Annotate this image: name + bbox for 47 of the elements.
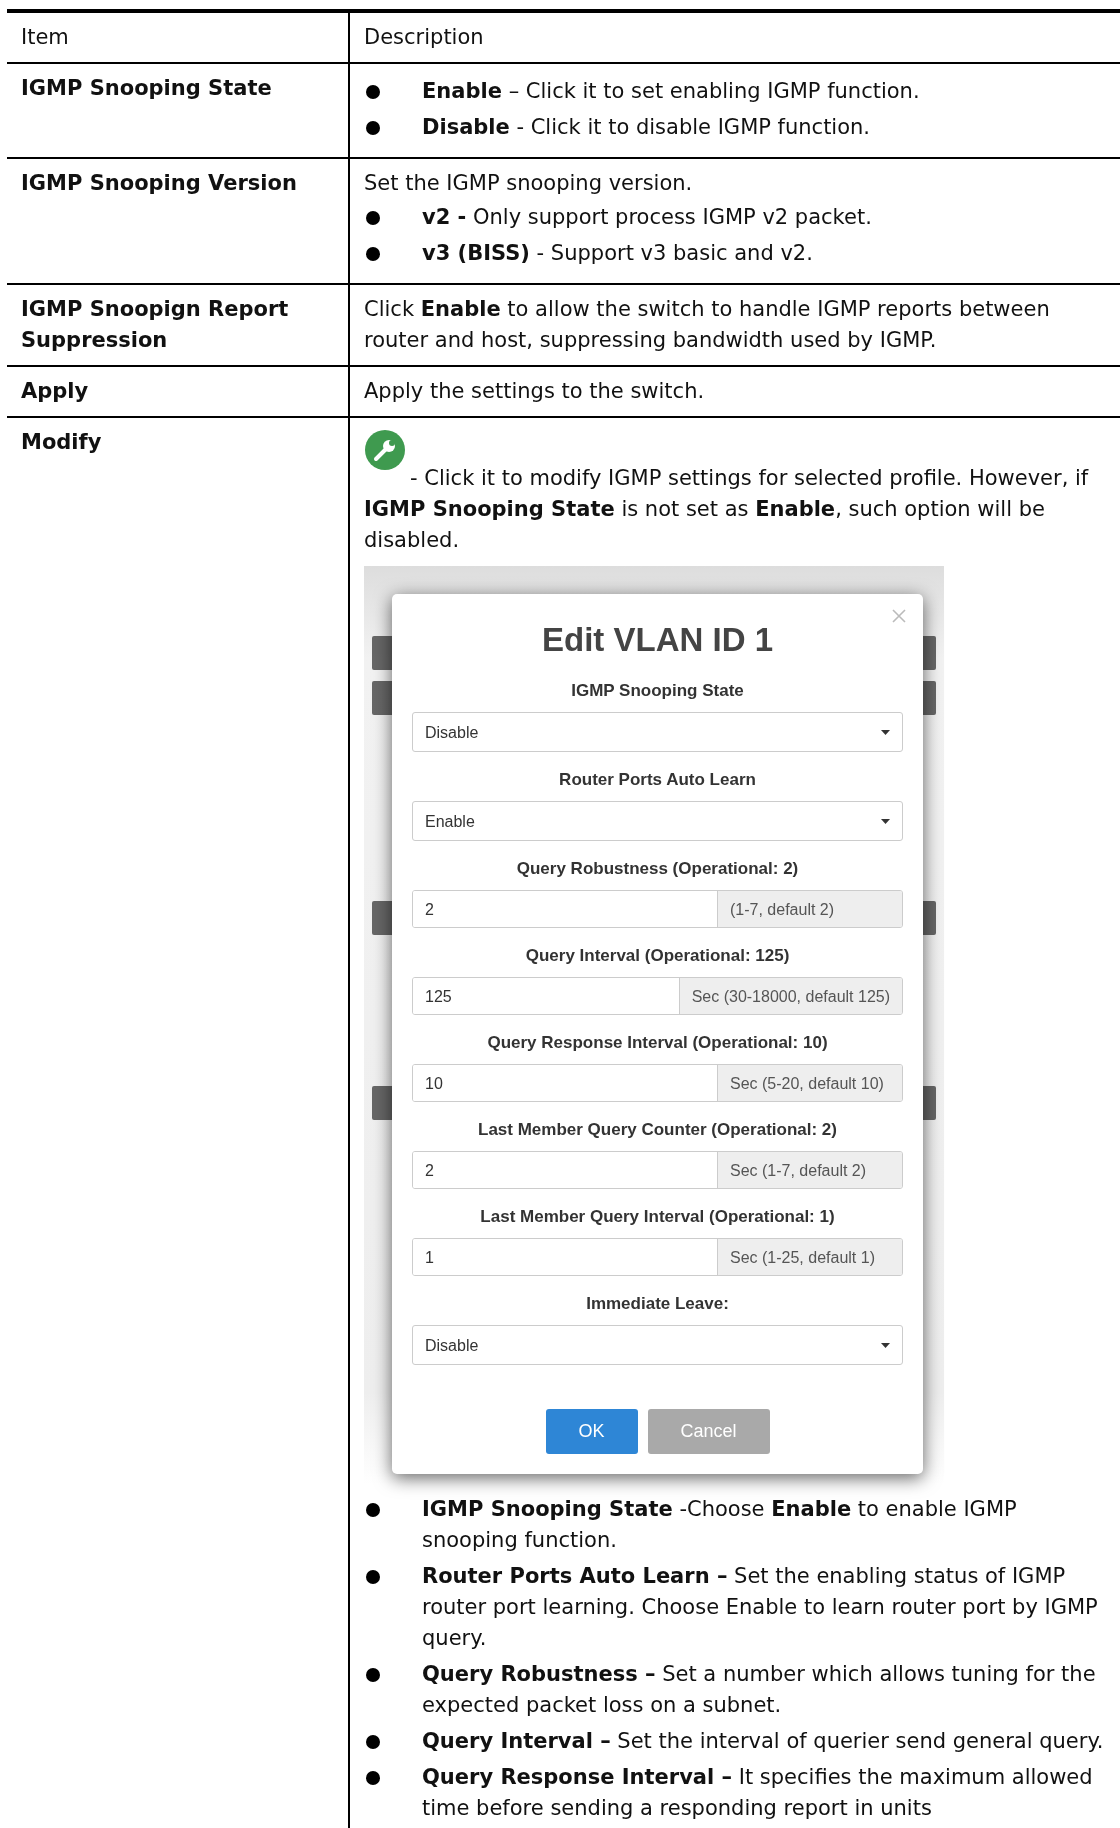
- dropdown[interactable]: Disable: [412, 712, 903, 752]
- wrench-icon[interactable]: [364, 429, 406, 471]
- bullet-text: Query Robustness – Set a number which allows tuning for the expected packet loss on a subnet.: [422, 1661, 1097, 1719]
- bullet-icon: [366, 211, 380, 225]
- bullet-text: Router Ports Auto Learn – Set the enabling status of IGMP router port learning. Choose Enable to learn router port by IGMP query.: [422, 1563, 1099, 1652]
- bullet-icon: [366, 85, 380, 99]
- ok-button[interactable]: OK: [545, 1409, 638, 1454]
- dropdown[interactable]: Disable: [412, 1325, 903, 1365]
- bullet-text: v2 - Only support process IGMP v2 packet.: [422, 204, 872, 231]
- field-label: Last Member Query Counter (Operational: 2): [477, 1119, 838, 1141]
- bullet-text: IGMP Snooping State -Choose Enable to enable IGMP snooping function.: [422, 1496, 1018, 1554]
- bullet-icon: [366, 247, 380, 261]
- bullet-text: Query Interval – Set the interval of querier send general query.: [422, 1728, 1104, 1755]
- bullet-text: Enable – Click it to set enabling IGMP function.: [422, 78, 920, 105]
- field-label: Last Member Query Interval (Operational: 1): [479, 1206, 836, 1228]
- item-cell: Modify: [7, 418, 348, 1828]
- description-text: Set the IGMP snooping version.: [364, 170, 694, 197]
- bullet-icon: [366, 121, 380, 135]
- caret-icon: [881, 729, 890, 735]
- field-label: Query Response Interval (Operational: 10): [486, 1032, 829, 1054]
- bullet-icon: [366, 1735, 380, 1749]
- close-icon[interactable]: [891, 608, 907, 624]
- field-label: Query Robustness (Operational: 2): [515, 858, 800, 880]
- bullet-text: Query Response Interval – It specifies the maximum allowed time before sending a responding report in units: [422, 1764, 1094, 1822]
- field-label: Query Interval (Operational: 125): [524, 945, 791, 967]
- bullet-icon: [366, 1668, 380, 1682]
- item-cell: IGMP Snoopign Report Suppression: [7, 285, 348, 367]
- description-text: Apply the settings to the switch.: [364, 378, 706, 405]
- description-text: Click Enable to allow the switch to handle IGMP reports between router and host, suppressing bandwidth used by IGMP.: [364, 296, 1051, 354]
- caret-icon: [881, 818, 890, 824]
- column-header: Item: [7, 13, 348, 64]
- item-cell: IGMP Snooping State: [7, 64, 348, 159]
- dropdown[interactable]: Enable: [412, 801, 903, 841]
- description-text: - Click it to modify IGMP settings for selected profile. However, if IGMP Snooping State is not set as Enable, such option will be disabled.: [364, 465, 1090, 554]
- bullet-text: Disable - Click it to disable IGMP function.: [422, 114, 871, 141]
- bullet-icon: [366, 1570, 380, 1584]
- item-cell: Apply: [7, 367, 348, 418]
- bullet-icon: [366, 1503, 380, 1517]
- column-header: Description: [348, 13, 1120, 64]
- caret-icon: [881, 1342, 890, 1348]
- item-cell: IGMP Snooping Version: [7, 159, 348, 285]
- field-label: Router Ports Auto Learn: [558, 769, 757, 791]
- field-label: Immediate Leave:: [585, 1293, 730, 1315]
- bullet-text: v3 (BISS) - Support v3 basic and v2.: [422, 240, 813, 267]
- bullet-icon: [366, 1771, 380, 1785]
- dialog-title: Edit VLAN ID 1: [541, 624, 774, 655]
- field-label: IGMP Snooping State: [570, 680, 745, 702]
